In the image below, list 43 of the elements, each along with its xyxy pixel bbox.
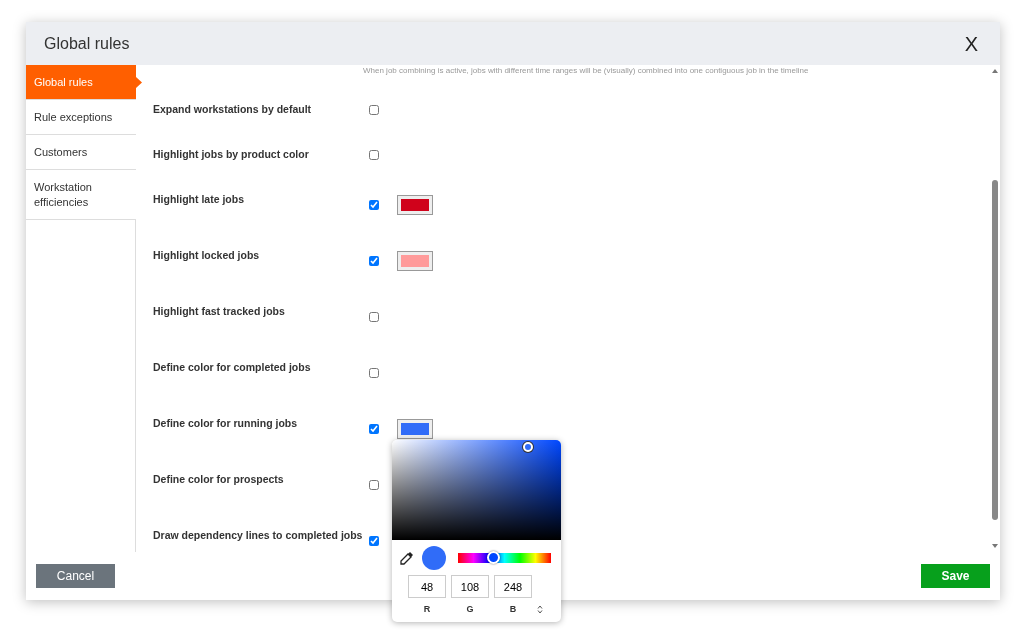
rule-label: Highlight jobs by product color [153,147,310,162]
dialog-title: Global rules [44,33,130,54]
color-swatch[interactable] [397,419,433,439]
rule-checkbox[interactable] [369,200,379,210]
saturation-area[interactable] [392,440,561,540]
help-text: When job combining is active, jobs with different time ranges will be (visually) combined into one contiguous job in the timeline [362,65,810,76]
rule-checkbox[interactable] [369,105,379,115]
eyedropper-icon[interactable] [400,551,414,565]
rule-checkbox[interactable] [369,312,379,322]
scroll-down-icon[interactable] [990,542,1000,550]
rule-checkbox[interactable] [369,536,379,546]
color-handle[interactable] [523,441,534,452]
color-value-field[interactable]: 108 [451,575,489,598]
sidebar-item[interactable]: Rule exceptions [26,100,136,135]
rule-checkbox[interactable] [369,256,379,266]
hue-slider-thumb[interactable] [487,551,501,564]
color-swatch[interactable] [397,251,433,271]
rule-label: Define color for prospects [153,472,285,487]
rule-label: Highlight fast tracked jobs [153,304,286,319]
rule-checkbox[interactable] [369,424,379,434]
mode-toggle-icon[interactable] [537,605,543,615]
color-value-field[interactable]: 248 [494,575,532,598]
rule-label: Expand workstations by default [153,102,313,117]
cancel-button[interactable]: Cancel [36,564,115,588]
sidebar-item[interactable]: Customers [26,135,136,170]
rule-label: Define color for completed jobs [153,360,312,375]
hue-slider[interactable] [458,553,551,563]
rule-checkbox[interactable] [369,480,379,490]
rule-label: Highlight locked jobs [153,248,261,263]
color-swatch[interactable] [397,195,433,215]
field-label: R [422,603,432,616]
color-value-field[interactable]: 48 [408,575,446,598]
sidebar-item[interactable]: Workstation efficiencies [26,170,136,220]
field-label: B [508,603,518,616]
scroll-up-icon[interactable] [990,67,1000,75]
rule-checkbox[interactable] [369,150,379,160]
rule-label: Draw dependency lines to completed jobs [153,528,364,543]
rule-label: Define color for running jobs [153,416,299,431]
rule-label: Highlight late jobs [153,192,245,207]
scrollbar-thumb[interactable] [992,180,998,520]
rule-checkbox[interactable] [369,368,379,378]
close-button[interactable]: X [960,28,982,59]
field-label: G [465,603,475,616]
